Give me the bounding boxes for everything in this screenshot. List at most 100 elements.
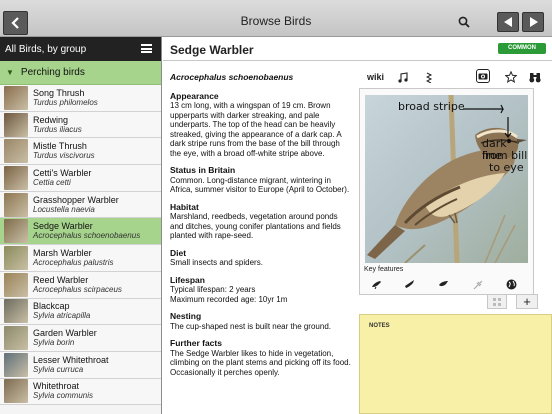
section-title: Status in Britain: [170, 165, 236, 175]
hamburger-menu-icon[interactable]: [141, 44, 152, 53]
key-features-label: Key features: [364, 266, 404, 273]
group-label: Perching birds: [20, 67, 85, 78]
bird-scientific-name: Sylvia borin: [33, 338, 75, 348]
bird-flying-icon[interactable]: [402, 277, 416, 291]
sidebar-header: All Birds, by group: [0, 37, 161, 61]
bird-scientific-name: Sylvia curruca: [33, 364, 84, 374]
bird-text: Grasshopper Warbler Locustella naevia: [33, 195, 119, 215]
bird-list-item[interactable]: Redwing Turdus iliacus: [0, 111, 161, 139]
bird-thumbnail: [4, 379, 28, 404]
binoculars-icon[interactable]: [529, 70, 541, 84]
bird-thumbnail: [4, 165, 28, 190]
search-button[interactable]: [455, 13, 473, 31]
bird-thumbnail: [4, 85, 28, 110]
bird-thumbnail: [4, 219, 28, 244]
media-tabs: wiki: [363, 68, 552, 84]
sonogram-icon[interactable]: [426, 70, 434, 84]
bird-scientific-name: Cettia cetti: [33, 177, 71, 187]
bird-text: Lesser Whitethroat Sylvia curruca: [33, 355, 109, 375]
bird-list-item[interactable]: Blackcap Sylvia atricapilla: [0, 298, 161, 326]
bird-list-item[interactable]: Reed Warbler Acrocephalus scirpaceus: [0, 271, 161, 299]
bird-thumbnail: [4, 192, 28, 217]
status-section: Status in Britain Common. Long-distance …: [170, 165, 352, 195]
previous-bird-button[interactable]: [497, 12, 519, 32]
bird-small-icon[interactable]: [436, 277, 450, 291]
sidebar-title: All Birds, by group: [5, 44, 87, 55]
bird-list-item[interactable]: Whitethroat Sylvia communis: [0, 378, 161, 406]
bird-scientific-name: Sylvia communis: [33, 391, 94, 401]
notes-label: NOTES: [369, 323, 390, 329]
bird-scientific-name: Sylvia atricapilla: [33, 311, 91, 321]
grid-icon: [493, 297, 501, 306]
bird-list-item[interactable]: Garden Warbler Sylvia borin: [0, 325, 161, 352]
section-text: 13 cm long, with a wingspan of 19 cm. Br…: [170, 101, 342, 158]
bird-common-name: Lesser Whitethroat: [33, 354, 109, 365]
add-photo-button[interactable]: +: [516, 294, 538, 309]
globe-icon[interactable]: [504, 277, 518, 291]
search-icon: [458, 16, 470, 28]
feather-icon[interactable]: [471, 277, 485, 291]
bird-common-name: Grasshopper Warbler: [33, 194, 119, 205]
top-bar: Browse Birds: [0, 0, 552, 37]
bird-common-name: Song Thrush: [33, 87, 85, 98]
app-window: Browse Birds All Birds, by group ▼ Perch…: [0, 0, 552, 414]
bird-perched-icon[interactable]: [369, 277, 383, 291]
bird-list-item[interactable]: Cetti's Warbler Cettia cetti: [0, 165, 161, 192]
notes-area[interactable]: NOTES: [359, 314, 552, 414]
bird-common-name: Sedge Warbler: [33, 221, 93, 232]
nesting-section: Nesting The cup-shaped nest is built nea…: [170, 311, 352, 331]
bird-common-name: Garden Warbler: [33, 328, 97, 339]
tab-wiki[interactable]: wiki: [367, 70, 384, 84]
section-text: Common. Long-distance migrant, wintering…: [170, 175, 350, 195]
section-text: Small insects and spiders.: [170, 258, 263, 267]
chevron-down-icon: ▼: [6, 68, 14, 77]
status-badge: COMMON: [498, 43, 546, 54]
bird-list-item[interactable]: Sedge Warbler Acrocephalus schoenobaenus: [0, 218, 161, 246]
section-text: Typical lifespan: 2 years: [170, 285, 256, 294]
key-features-icons: [360, 277, 535, 291]
bird-scientific-name: Acrocephalus palustris: [33, 257, 114, 267]
scientific-name: Acrocephalus schoenobaenus: [170, 72, 294, 82]
bird-thumbnail: [4, 326, 28, 351]
section-title: Lifespan: [170, 274, 205, 285]
bird-text: Whitethroat Sylvia communis: [33, 381, 93, 401]
bird-list-item[interactable]: Mistle Thrush Turdus viscivorus: [0, 138, 161, 166]
bird-text: Mistle Thrush Turdus viscivorus: [33, 141, 95, 161]
annotation-to-eye: to eye: [489, 161, 524, 174]
bird-common-name: Whitethroat: [33, 381, 80, 392]
bird-list-item[interactable]: Marsh Warbler Acrocephalus palustris: [0, 245, 161, 272]
annotation-broad-stripe: broad stripe: [398, 100, 465, 113]
section-title: Further facts: [170, 338, 222, 348]
camera-icon[interactable]: [476, 69, 490, 83]
bird-text: Blackcap Sylvia atricapilla: [33, 301, 90, 321]
bird-common-name: Mistle Thrush: [33, 141, 87, 152]
triangle-left-icon: [503, 17, 512, 27]
bird-thumbnail: [4, 139, 28, 164]
section-text: Maximum recorded age: 10yr 1m: [170, 294, 288, 304]
bird-scientific-name: Turdus philomelos: [33, 97, 98, 107]
main-panel: Sedge Warbler COMMON Acrocephalus schoen…: [163, 37, 552, 414]
bird-text: Cetti's Warbler Cettia cetti: [33, 168, 91, 188]
triangle-right-icon: [529, 17, 538, 27]
music-note-icon[interactable]: [398, 70, 408, 84]
bird-thumbnail: [4, 299, 28, 324]
grid-button[interactable]: [487, 294, 507, 309]
section-title: Habitat: [170, 201, 199, 212]
section-text: The Sedge Warbler likes to hide in veget…: [170, 348, 351, 377]
sidebar: All Birds, by group ▼ Perching birds Son…: [0, 37, 162, 414]
star-icon[interactable]: [505, 70, 517, 84]
section-title: Appearance: [170, 90, 219, 101]
bird-common-name: Blackcap: [33, 301, 70, 312]
bird-list-item[interactable]: Song Thrush Turdus philomelos: [0, 85, 161, 112]
section-title: Diet: [170, 247, 187, 258]
bird-text: Garden Warbler Sylvia borin: [33, 328, 97, 348]
bird-title: Sedge Warbler: [170, 43, 254, 57]
bird-scientific-name: Locustella naevia: [33, 204, 95, 214]
bird-scientific-name: Turdus iliacus: [33, 124, 82, 134]
next-bird-button[interactable]: [522, 12, 544, 32]
bird-list-item[interactable]: Lesser Whitethroat Sylvia curruca: [0, 351, 161, 379]
bird-scientific-name: Acrocephalus scirpaceus: [33, 284, 122, 294]
bird-photo[interactable]: broad stripe dark line from bill to eye: [365, 95, 528, 263]
bird-list-item[interactable]: Grasshopper Warbler Locustella naevia: [0, 191, 161, 219]
group-perching-birds[interactable]: ▼ Perching birds: [0, 61, 161, 85]
